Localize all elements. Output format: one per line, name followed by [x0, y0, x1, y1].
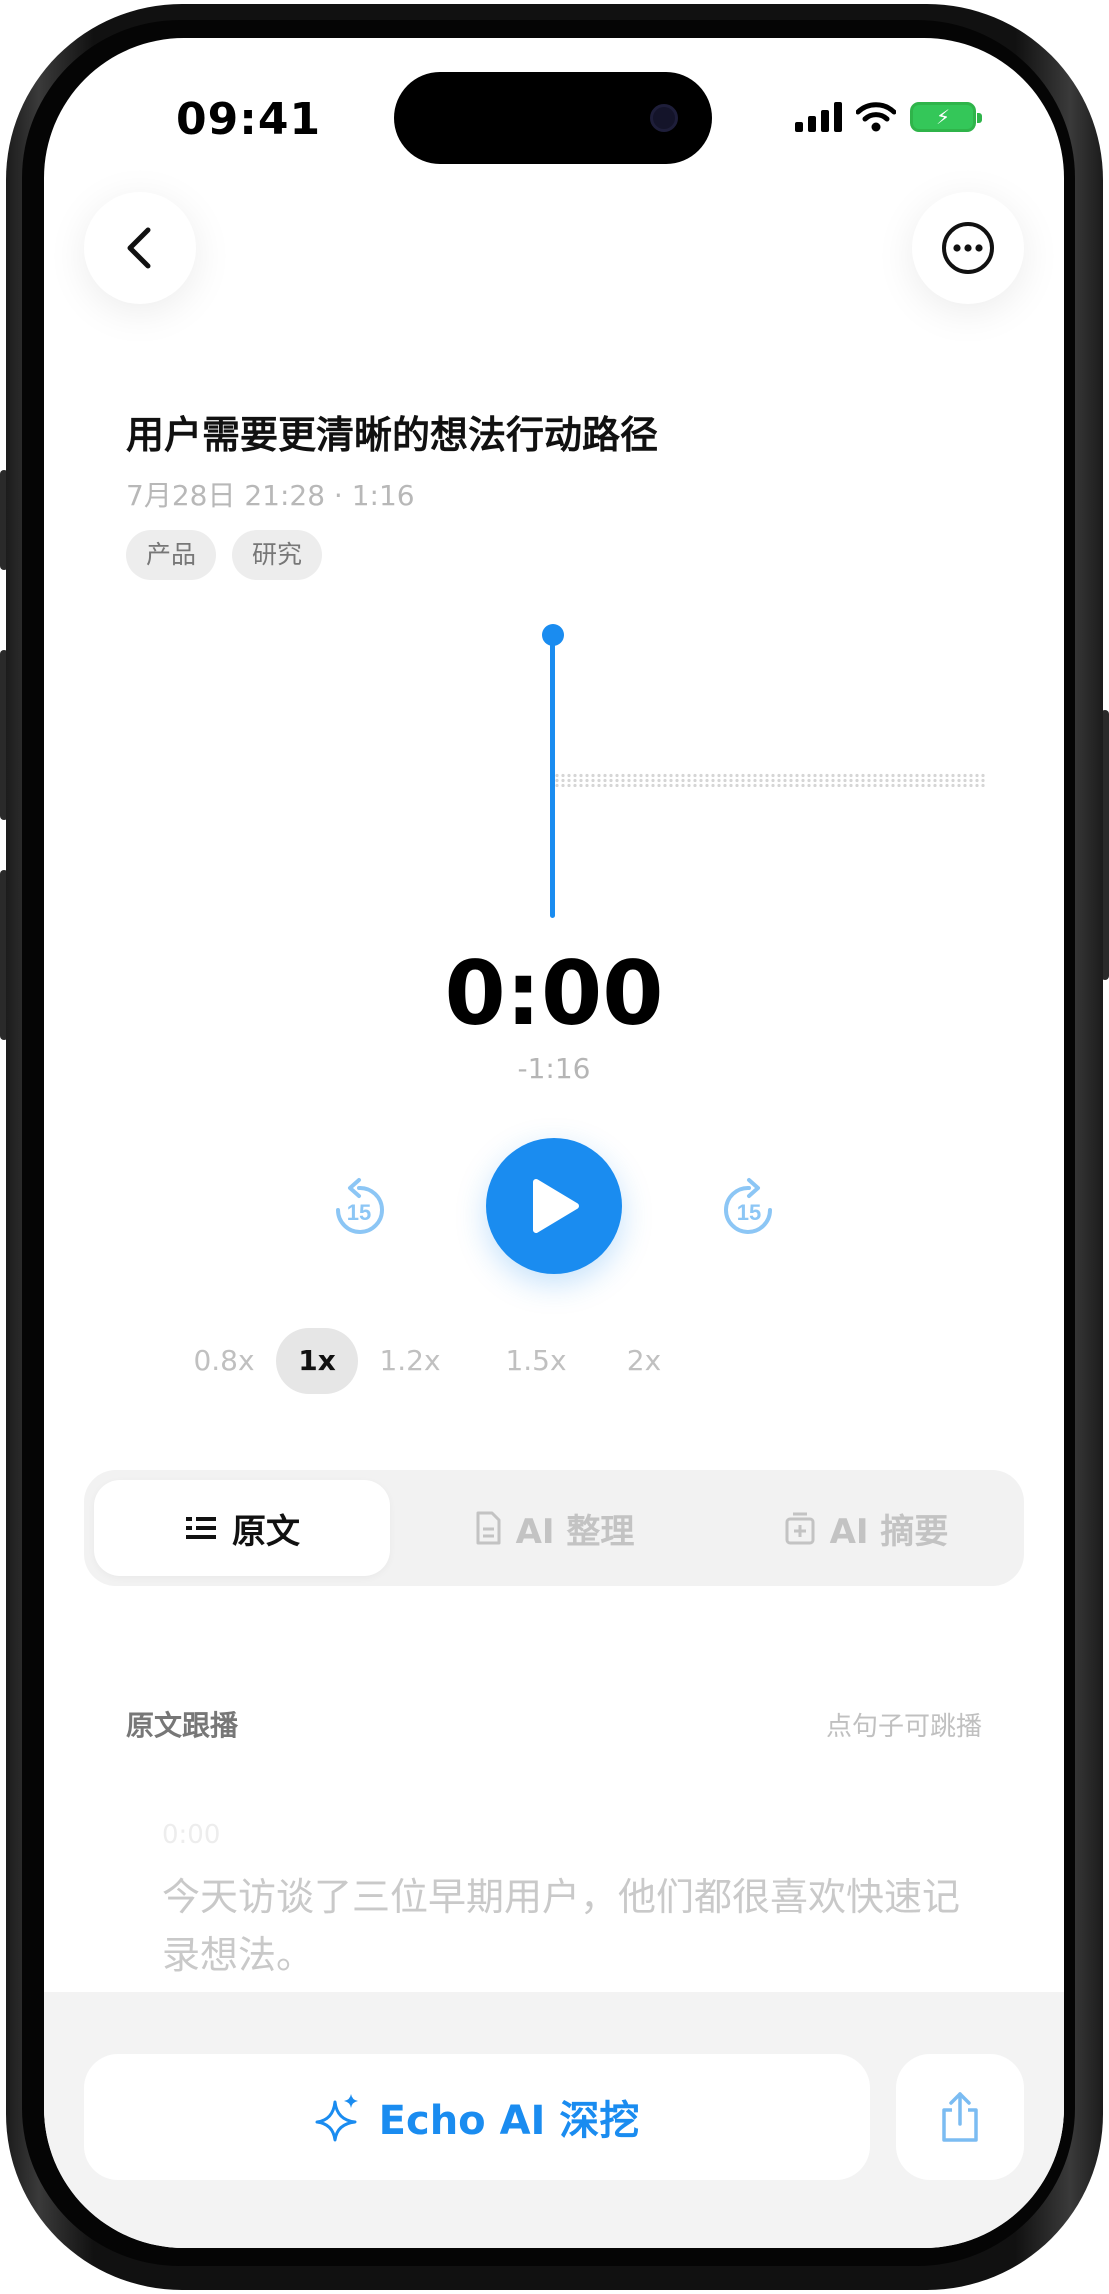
recording-meta: 7月28日 21:28 · 1:16 [126, 479, 415, 512]
transcript-sentence[interactable]: 今天访谈了三位早期用户，他们都很喜欢快速记录想法。 [162, 1868, 962, 1984]
segment-timestamp: 0:00 [162, 1820, 221, 1850]
current-time: 0:00 [444, 942, 664, 1045]
recording-title: 用户需要更清晰的想法行动路径 [126, 413, 659, 457]
speed-option[interactable]: 1.2x [370, 1328, 450, 1394]
tag-chip[interactable]: 产品 [126, 530, 217, 580]
play-button[interactable] [486, 1138, 622, 1274]
document-icon [476, 1511, 501, 1545]
content-tabs: 原文 AI 整理 AI 摘要 [84, 1470, 1024, 1586]
skip-forward-button[interactable]: 15 [716, 1176, 782, 1242]
screen: 09:41 ⚡ 用户需要更清晰的想法行动路径 7月28日 21:28 · 1:1… [44, 38, 1064, 2248]
summary-box-icon [785, 1512, 815, 1545]
camera-icon [650, 104, 678, 132]
speed-option[interactable]: 2x [604, 1328, 684, 1394]
tab-ai-summary[interactable]: AI 摘要 [718, 1480, 1014, 1576]
forward-15-icon: 15 [724, 1178, 772, 1234]
waveform-track[interactable] [554, 773, 986, 787]
tag-chip[interactable]: 研究 [232, 530, 323, 580]
dynamic-island [394, 72, 712, 164]
tab-label: AI 整理 [515, 1511, 635, 1552]
transcript-hint: 点句子可跳播 [825, 1712, 982, 1742]
wifi-icon [856, 102, 896, 132]
list-text-icon [186, 1517, 216, 1539]
status-time: 09:41 [176, 94, 322, 145]
sparkles-icon [315, 2094, 358, 2142]
tab-ai-organize[interactable]: AI 整理 [406, 1480, 702, 1576]
transcript-section-label: 原文跟播 [126, 1709, 239, 1742]
speed-option-active[interactable]: 1x [276, 1328, 358, 1394]
playhead-line[interactable] [550, 634, 555, 918]
more-options-button[interactable] [912, 192, 1024, 304]
tab-label: AI 摘要 [829, 1511, 949, 1552]
tab-transcript[interactable]: 原文 [94, 1480, 390, 1576]
play-icon [533, 1179, 579, 1233]
playback-speed-selector: 0.8x 1x 1.2x 1.5x 2x [44, 1328, 1064, 1394]
speed-option[interactable]: 1.5x [496, 1328, 576, 1394]
speed-option[interactable]: 0.8x [184, 1328, 264, 1394]
echo-ai-label: Echo AI 深挖 [378, 2098, 640, 2144]
back-button[interactable] [84, 192, 196, 304]
share-icon [942, 2092, 978, 2142]
battery-charging-icon: ⚡ [910, 102, 982, 132]
phone-device: 09:41 ⚡ 用户需要更清晰的想法行动路径 7月28日 21:28 · 1:1… [0, 0, 1109, 2294]
skip-forward-seconds: 15 [737, 1200, 761, 1225]
tab-label: 原文 [232, 1511, 300, 1552]
skip-back-seconds: 15 [347, 1200, 371, 1225]
skip-back-button[interactable]: 15 [326, 1176, 392, 1242]
echo-ai-deep-dive-button[interactable]: Echo AI 深挖 [84, 2054, 870, 2180]
chevron-left-icon [127, 227, 151, 269]
remaining-time: -1:16 [517, 1052, 591, 1085]
ellipsis-circle-icon [942, 222, 994, 274]
tag-list: 产品 研究 [126, 530, 323, 580]
playhead-handle[interactable] [542, 624, 564, 646]
cellular-signal-icon [795, 102, 842, 132]
share-button[interactable] [896, 2054, 1024, 2180]
status-indicators: ⚡ [795, 102, 982, 132]
rewind-15-icon: 15 [336, 1178, 384, 1234]
